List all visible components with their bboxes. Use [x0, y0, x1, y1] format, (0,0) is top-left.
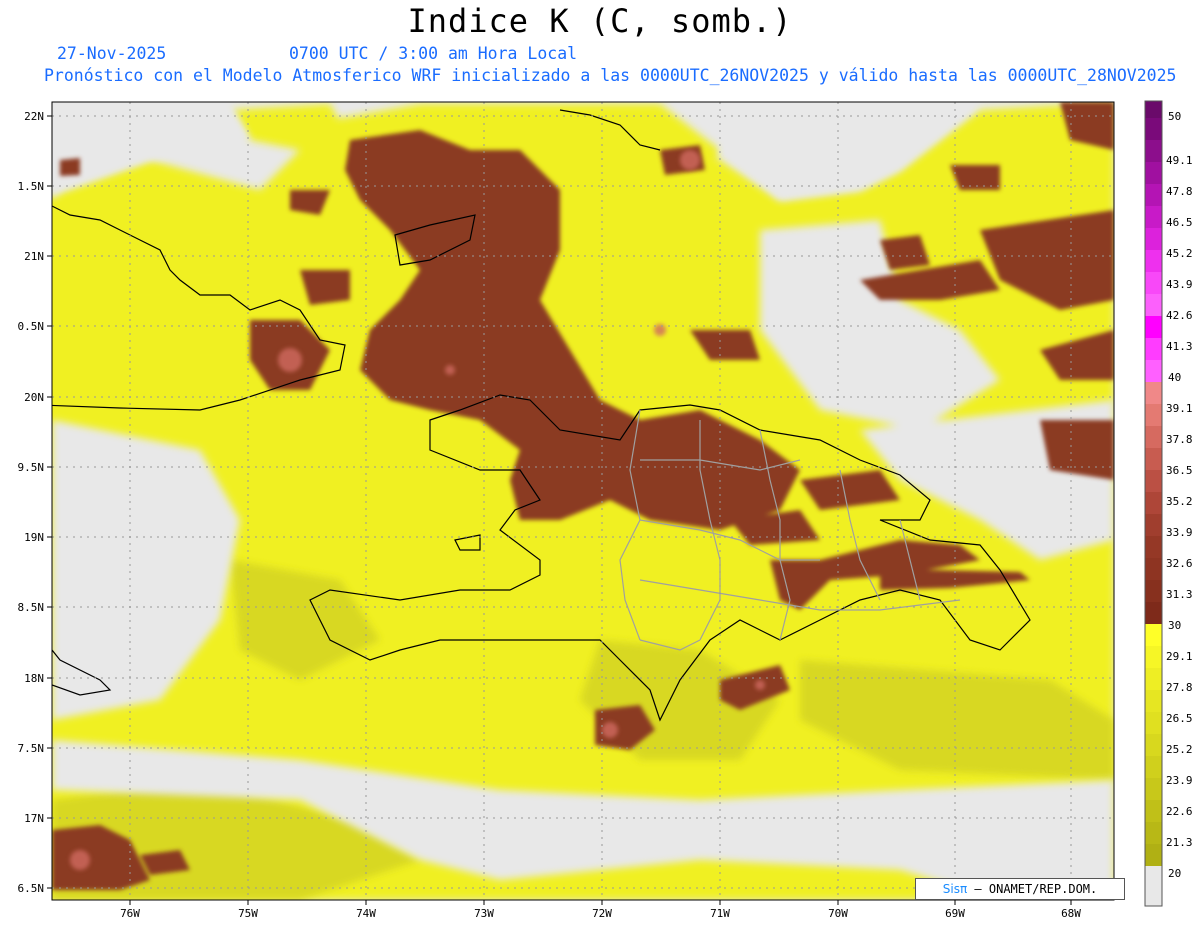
lon-label: 73W — [474, 907, 494, 920]
lon-label: 75W — [238, 907, 258, 920]
credit-brand: Sisπ — [942, 882, 968, 896]
colorbar-label: 35.2 — [1166, 495, 1193, 508]
lat-label: 6.5N — [18, 882, 45, 895]
lon-label: 69W — [945, 907, 965, 920]
forecast-map: 22N 1.5N 21N 0.5N 20N 9.5N 19N 8.5N 18N … — [18, 100, 1193, 920]
lon-label: 71W — [710, 907, 730, 920]
lat-label: 22N — [24, 110, 44, 123]
colorbar-label: 50 — [1168, 110, 1181, 123]
lon-label: 68W — [1061, 907, 1081, 920]
lon-label: 72W — [592, 907, 612, 920]
credit-box: Sisπ – ONAMET/REP.DOM. — [915, 878, 1125, 900]
colorbar-label: 29.1 — [1166, 650, 1193, 663]
lat-label: 1.5N — [18, 180, 45, 193]
lat-label: 8.5N — [18, 601, 45, 614]
colorbar-label: 25.2 — [1166, 743, 1193, 756]
colorbar: 50 49.1 47.8 46.5 45.2 43.9 42.6 41.3 40… — [1144, 100, 1193, 907]
latitude-axis: 22N 1.5N 21N 0.5N 20N 9.5N 19N 8.5N 18N … — [18, 110, 52, 895]
colorbar-label: 45.2 — [1166, 247, 1193, 260]
colorbar-label: 41.3 — [1166, 340, 1193, 353]
colorbar-label: 40 — [1168, 371, 1181, 384]
colorbar-label: 27.8 — [1166, 681, 1193, 694]
colorbar-label: 36.5 — [1166, 464, 1193, 477]
lat-label: 21N — [24, 250, 44, 263]
colorbar-label: 46.5 — [1166, 216, 1193, 229]
colorbar-label: 22.6 — [1166, 805, 1193, 818]
colorbar-label: 33.9 — [1166, 526, 1193, 539]
colorbar-label: 42.6 — [1166, 309, 1193, 322]
colorbar-label: 49.1 — [1166, 154, 1193, 167]
colorbar-label: 26.5 — [1166, 712, 1193, 725]
colorbar-label: 47.8 — [1166, 185, 1193, 198]
lat-label: 19N — [24, 531, 44, 544]
lon-label: 76W — [120, 907, 140, 920]
colorbar-label: 31.3 — [1166, 588, 1193, 601]
colorbar-label: 39.1 — [1166, 402, 1193, 415]
colorbar-label: 20 — [1168, 867, 1181, 880]
lon-label: 74W — [356, 907, 376, 920]
map-plot-area — [52, 102, 1114, 900]
colorbar-label: 32.6 — [1166, 557, 1193, 570]
lat-label: 17N — [24, 812, 44, 825]
lat-label: 0.5N — [18, 320, 45, 333]
lat-label: 18N — [24, 672, 44, 685]
longitude-axis: 76W 75W 74W 73W 72W 71W 70W 69W 68W — [120, 900, 1081, 920]
colorbar-label: 23.9 — [1166, 774, 1193, 787]
lat-label: 20N — [24, 391, 44, 404]
colorbar-label: 30 — [1168, 619, 1181, 632]
colorbar-label: 37.8 — [1166, 433, 1193, 446]
lon-label: 70W — [828, 907, 848, 920]
colorbar-label: 43.9 — [1166, 278, 1193, 291]
lat-label: 7.5N — [18, 742, 45, 755]
lat-label: 9.5N — [18, 461, 45, 474]
credit-text: – ONAMET/REP.DOM. — [974, 882, 1098, 896]
colorbar-label: 21.3 — [1166, 836, 1193, 849]
